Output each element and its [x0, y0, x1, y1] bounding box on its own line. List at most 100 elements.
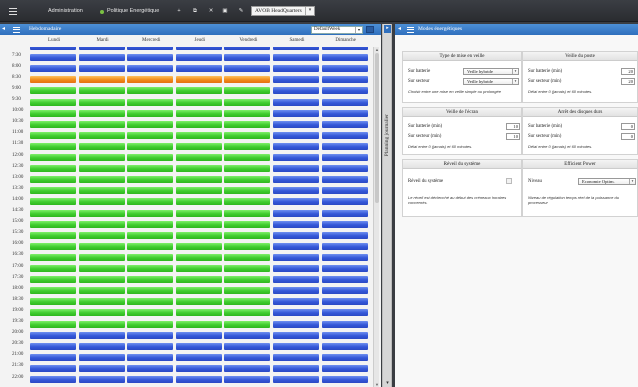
time-slot[interactable]	[78, 76, 125, 84]
energy-policy-menu[interactable]: Politique Energétique	[107, 6, 159, 16]
time-slot[interactable]	[30, 353, 76, 361]
time-slot[interactable]	[30, 342, 76, 350]
time-slot[interactable]	[78, 176, 125, 184]
time-slot[interactable]	[321, 142, 368, 150]
time-slot[interactable]	[127, 54, 174, 62]
time-slot[interactable]	[30, 176, 76, 184]
schedule-scrollbar[interactable]: ▲ ▼	[373, 47, 379, 387]
time-slot[interactable]	[321, 120, 368, 128]
time-slot[interactable]	[175, 353, 222, 361]
time-slot[interactable]	[224, 98, 271, 106]
time-slot[interactable]	[78, 309, 125, 317]
time-slot[interactable]	[30, 54, 76, 62]
time-slot[interactable]	[175, 98, 222, 106]
time-slot[interactable]	[224, 198, 271, 206]
time-slot[interactable]	[175, 231, 222, 239]
time-slot[interactable]	[30, 187, 76, 195]
time-slot[interactable]	[273, 98, 319, 106]
time-slot[interactable]	[224, 265, 271, 272]
time-slot[interactable]	[30, 165, 76, 173]
time-slot[interactable]	[273, 47, 319, 50]
edit-icon[interactable]: ✎	[236, 6, 246, 16]
time-slot[interactable]	[127, 120, 174, 128]
time-slot[interactable]	[273, 65, 319, 73]
time-slot[interactable]	[321, 131, 368, 139]
time-slot[interactable]	[321, 253, 368, 261]
time-slot[interactable]	[175, 65, 222, 73]
time-slot[interactable]	[127, 65, 174, 73]
day-header[interactable]: Mercredi	[127, 38, 175, 43]
time-slot[interactable]	[127, 342, 174, 350]
time-slot[interactable]	[224, 87, 271, 95]
time-slot[interactable]	[175, 265, 222, 272]
time-slot[interactable]	[224, 142, 271, 150]
chevron-down-icon[interactable]: ▾	[384, 380, 391, 386]
time-slot[interactable]	[175, 176, 222, 184]
time-slot[interactable]	[321, 298, 368, 306]
time-slot[interactable]	[224, 364, 271, 372]
time-slot[interactable]	[30, 309, 76, 317]
time-slot[interactable]	[127, 131, 174, 139]
time-slot[interactable]	[224, 276, 271, 284]
time-slot[interactable]	[224, 242, 271, 250]
time-slot[interactable]	[30, 287, 76, 295]
time-slot[interactable]	[224, 54, 271, 62]
time-slot[interactable]	[321, 154, 368, 161]
time-slot[interactable]	[78, 220, 125, 228]
sleep-battery-select[interactable]: Veille hybride ▾	[463, 68, 519, 75]
time-slot[interactable]	[273, 353, 319, 361]
time-slot[interactable]	[321, 76, 368, 84]
time-slot[interactable]	[78, 364, 125, 372]
time-slot[interactable]	[321, 198, 368, 206]
day-header[interactable]: Mardi	[79, 38, 127, 43]
time-slot[interactable]	[273, 231, 319, 239]
time-slot[interactable]	[78, 265, 125, 272]
time-slot[interactable]	[224, 131, 271, 139]
time-slot[interactable]	[127, 187, 174, 195]
time-slot[interactable]	[321, 364, 368, 372]
time-slot[interactable]	[273, 176, 319, 184]
chevron-down-icon[interactable]: ▾	[305, 7, 314, 15]
time-slot[interactable]	[273, 165, 319, 173]
time-slot[interactable]	[127, 331, 174, 339]
time-slot[interactable]	[30, 276, 76, 284]
time-slot[interactable]	[175, 287, 222, 295]
time-slot[interactable]	[273, 376, 319, 383]
time-slot[interactable]	[224, 287, 271, 295]
time-slot[interactable]	[175, 131, 222, 139]
time-slot[interactable]	[175, 76, 222, 84]
time-slot[interactable]	[30, 142, 76, 150]
time-slot[interactable]	[175, 209, 222, 217]
time-slot[interactable]	[273, 198, 319, 206]
time-slot[interactable]	[321, 342, 368, 350]
time-slot[interactable]	[224, 47, 271, 50]
time-slot[interactable]	[30, 76, 76, 84]
time-slot[interactable]	[30, 87, 76, 95]
scrollbar-thumb[interactable]	[375, 53, 379, 203]
time-slot[interactable]	[175, 87, 222, 95]
time-slot[interactable]	[321, 265, 368, 272]
time-slot[interactable]	[78, 47, 125, 50]
week-template-select[interactable]: DefaultWeek ▾	[311, 26, 363, 34]
time-slot[interactable]	[30, 253, 76, 261]
time-slot[interactable]	[78, 320, 125, 328]
chevron-down-icon[interactable]: ▾	[512, 69, 518, 74]
time-slot[interactable]	[127, 154, 174, 161]
time-slot[interactable]	[78, 87, 125, 95]
time-slot[interactable]	[175, 253, 222, 261]
time-slot[interactable]	[224, 76, 271, 84]
time-slot[interactable]	[78, 131, 125, 139]
time-slot[interactable]	[30, 198, 76, 206]
time-slot[interactable]	[127, 209, 174, 217]
time-slot[interactable]	[30, 220, 76, 228]
daily-planning-panel[interactable]: ▸ Planning journalier ▾	[382, 24, 392, 387]
time-slot[interactable]	[321, 220, 368, 228]
time-slot[interactable]	[273, 298, 319, 306]
time-slot[interactable]	[30, 65, 76, 73]
time-slot[interactable]	[321, 54, 368, 62]
time-slot[interactable]	[321, 98, 368, 106]
time-slot[interactable]	[321, 231, 368, 239]
time-slot[interactable]	[30, 209, 76, 217]
time-slot[interactable]	[224, 353, 271, 361]
main-menu-icon[interactable]	[9, 6, 20, 16]
